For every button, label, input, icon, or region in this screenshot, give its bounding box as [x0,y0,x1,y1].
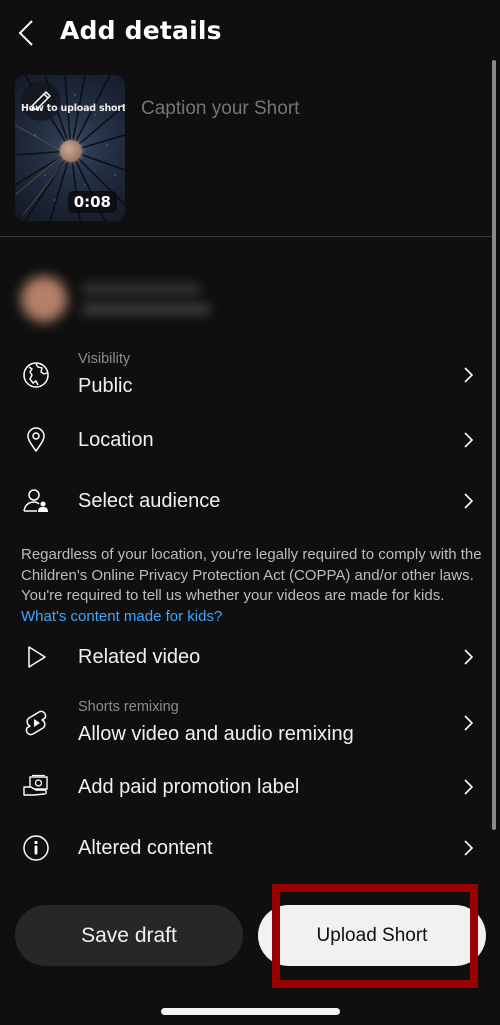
setting-sublabel: Visibility [78,351,131,367]
account-info [15,270,255,326]
setting-remixing[interactable]: Shorts remixing Allow video and audio re… [0,693,492,753]
chevron-left-icon [18,20,33,46]
chevron-right-icon [460,365,476,385]
setting-sublabel: Shorts remixing [78,699,179,715]
video-thumbnail[interactable]: How to upload shorts 0:08 [15,75,125,221]
coppa-notice-text: Regardless of your location, you're lega… [21,546,482,604]
paid-promotion-icon [22,773,50,801]
thumbnail-moon [60,140,82,162]
avatar [21,276,67,322]
setting-related-video[interactable]: Related video [0,637,492,677]
video-duration: 0:08 [67,191,117,213]
account-name-blurred [81,282,201,296]
edit-thumbnail-button[interactable] [21,81,61,121]
divider [0,236,492,237]
setting-paid-promotion[interactable]: Add paid promotion label [0,767,492,807]
home-indicator [161,1008,340,1015]
info-icon [22,834,50,862]
globe-icon [22,361,50,389]
made-for-kids-link[interactable]: What's content made for kids? [21,608,222,625]
chevron-right-icon [460,777,476,797]
header: Add details [0,0,500,66]
chevron-right-icon [460,491,476,511]
shorts-icon [22,709,50,737]
scrollbar[interactable] [492,60,496,830]
setting-label: Add paid promotion label [78,776,300,798]
caption-input[interactable] [141,98,461,120]
chevron-right-icon [460,430,476,450]
account-handle-blurred [81,302,211,316]
play-outline-icon [22,643,50,671]
chevron-right-icon [460,647,476,667]
page-title: Add details [60,16,222,45]
setting-label: Location [78,429,154,451]
location-pin-icon [22,425,50,453]
setting-label: Select audience [78,490,221,512]
chevron-right-icon [460,838,476,858]
setting-label: Related video [78,646,201,668]
setting-label: Public [78,375,133,397]
setting-label: Allow video and audio remixing [78,723,354,745]
thumbnail-title: How to upload shorts [21,103,125,114]
setting-altered-content[interactable]: Altered content [0,828,492,868]
setting-location[interactable]: Location [0,420,492,460]
setting-visibility[interactable]: Visibility Public [0,345,492,405]
chevron-right-icon [460,713,476,733]
coppa-notice: Regardless of your location, you're lega… [21,545,483,627]
upload-short-button[interactable]: Upload Short [258,905,486,966]
save-draft-button[interactable]: Save draft [15,905,243,966]
audience-icon [22,487,50,515]
setting-audience[interactable]: Select audience [0,481,492,521]
back-button[interactable] [12,16,40,50]
setting-label: Altered content [78,837,213,859]
